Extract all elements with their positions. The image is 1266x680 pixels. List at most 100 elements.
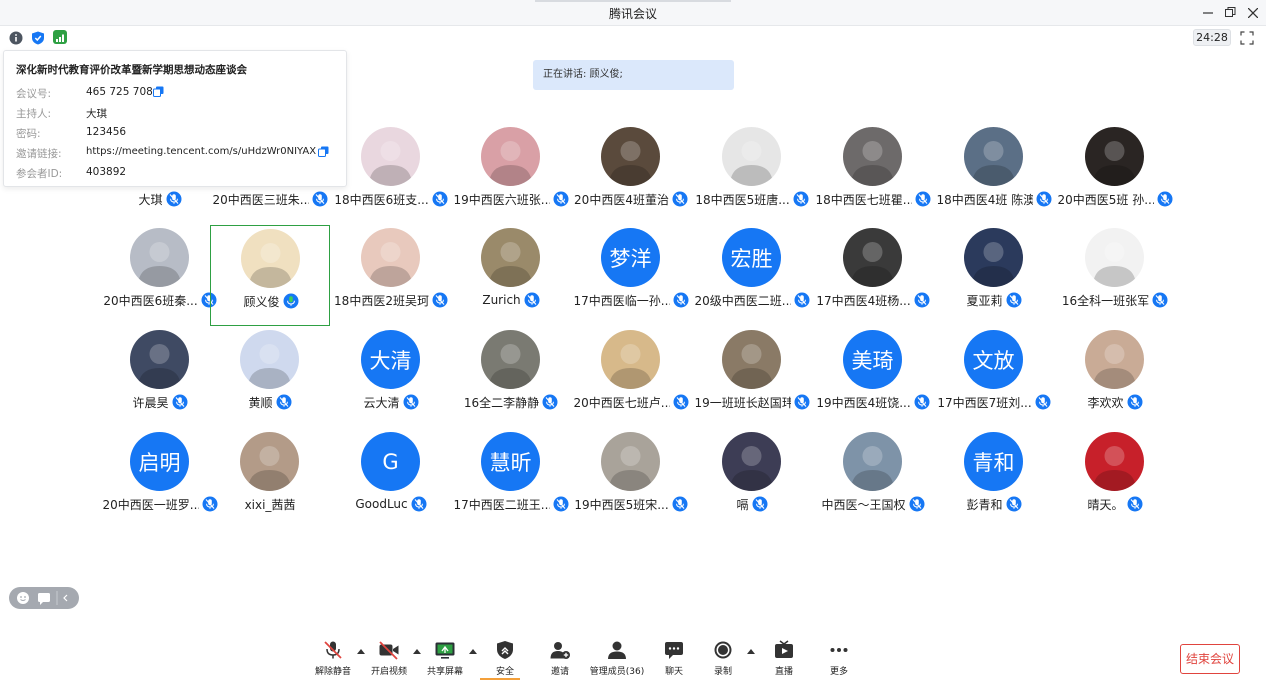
mic-muted-icon — [752, 496, 768, 512]
avatar — [722, 432, 781, 491]
avatar-initials: 文放 — [972, 348, 1015, 373]
participant-name: 17中西医4班杨... — [816, 293, 911, 308]
mic-muted-icon — [1006, 496, 1022, 512]
participant-tile[interactable]: 16全科一班张军 — [1055, 225, 1175, 326]
participant-name: xixi_茜茜 — [244, 497, 296, 512]
participant-tile[interactable]: 顾义俊 — [210, 225, 330, 326]
start-video-button[interactable]: 开启视频 — [368, 640, 410, 678]
avatar: 宏胜 — [722, 228, 781, 287]
mic-options-caret-icon[interactable] — [357, 648, 365, 654]
meeting-id-value: 465 725 708 — [86, 86, 153, 98]
participant-name: 18中西医2班吴珂 — [334, 293, 429, 308]
participant-tile[interactable]: 20中西医6班秦... — [100, 225, 220, 326]
signal-icon[interactable] — [53, 30, 67, 44]
participant-tile[interactable]: 夏亚莉 — [934, 225, 1054, 326]
mic-muted-icon — [1036, 191, 1052, 207]
participant-tile[interactable]: 文放 17中西医7班刘... — [934, 327, 1054, 428]
copy-link-icon[interactable] — [318, 146, 329, 157]
participant-tile[interactable]: 嗝 — [692, 429, 812, 530]
invite-label: 邀请 — [550, 667, 569, 677]
chat-bubble-control[interactable] — [9, 587, 79, 609]
more-button[interactable]: 更多 — [818, 640, 860, 678]
participant-tile[interactable]: xixi_茜茜 — [210, 429, 330, 530]
participant-tile[interactable]: G GoodLuc — [331, 429, 451, 530]
mic-muted-icon — [553, 191, 569, 207]
minimize-icon[interactable] — [1198, 3, 1218, 23]
mic-muted-icon — [794, 394, 810, 410]
meeting-window: 腾讯会议 24:28 深化新时代教育评价改革暨新学期思想动态座谈会 会议号: 4… — [0, 0, 1266, 680]
copy-meeting-id-icon[interactable] — [153, 86, 164, 97]
participant-tile[interactable]: 19中西医5班宋... — [571, 429, 691, 530]
record-button[interactable]: 录制 — [702, 640, 744, 678]
participant-tile[interactable]: 中西医～王国权 — [813, 429, 933, 530]
info-icon[interactable] — [9, 30, 23, 45]
participant-tile[interactable]: 慧昕 17中西医二班王... — [451, 429, 571, 530]
unmute-button[interactable]: 解除静音 — [312, 640, 354, 678]
fullscreen-icon[interactable] — [1240, 30, 1254, 45]
participant-name-row: 16全科一班张军 — [1055, 291, 1175, 309]
participant-tile[interactable]: 梦洋 17中西医临一孙... — [571, 225, 691, 326]
restore-icon[interactable] — [1220, 3, 1240, 23]
participant-tile[interactable]: 19中西医六班张... — [451, 124, 571, 225]
avatar — [722, 330, 781, 389]
chat-button[interactable]: 聊天 — [653, 640, 695, 678]
participant-name: 18中西医6班支... — [334, 192, 429, 207]
participant-tile[interactable]: 启明 20中西医一班罗... — [100, 429, 220, 530]
participant-tile[interactable]: Zurich — [451, 225, 571, 326]
participant-tile[interactable]: 青和 彭青和 — [934, 429, 1054, 530]
participant-tile[interactable]: 20中西医5班 孙... — [1055, 124, 1175, 225]
invite-button[interactable]: 邀请 — [539, 640, 581, 678]
record-options-caret-icon[interactable] — [747, 648, 755, 654]
participant-tile[interactable]: 20中西医七班卢... — [571, 327, 691, 428]
avatar-initials: 梦洋 — [609, 246, 652, 271]
share-options-caret-icon[interactable] — [469, 648, 477, 654]
participant-tile[interactable]: 18中西医七班瞿... — [813, 124, 933, 225]
participant-tile[interactable]: 李欢欢 — [1055, 327, 1175, 428]
participant-tile[interactable]: 20中西医4班董治 — [571, 124, 691, 225]
live-stream-button[interactable]: 直播 — [763, 640, 805, 678]
mic-muted-icon — [909, 496, 925, 512]
participant-tile[interactable]: 宏胜 20级中西医二班... — [692, 225, 812, 326]
unmute-label: 解除静音 — [314, 667, 351, 677]
avatar-initials: 慧昕 — [489, 450, 532, 475]
chat-label: 聊天 — [664, 667, 683, 677]
participant-tile[interactable]: 黄顺 — [210, 327, 330, 428]
mic-muted-icon — [793, 191, 809, 207]
share-screen-button[interactable]: 共享屏幕 — [424, 640, 466, 678]
avatar — [130, 228, 189, 287]
live-stream-label: 直播 — [774, 667, 793, 677]
video-options-caret-icon[interactable] — [413, 648, 421, 654]
avatar — [240, 432, 299, 491]
participant-tile[interactable]: 18中西医6班支... — [331, 124, 451, 225]
participant-name: 大琪 — [138, 192, 163, 207]
participant-name-row: 20中西医5班 孙... — [1055, 190, 1175, 208]
chat-icon — [665, 642, 683, 659]
mic-muted-icon — [915, 191, 931, 207]
participant-tile[interactable]: 18中西医2班吴珂 — [331, 225, 451, 326]
avatar — [1085, 330, 1144, 389]
participant-tile[interactable]: 许晨昊 — [100, 327, 220, 428]
participant-tile[interactable]: 18中西医4班 陈澳 — [934, 124, 1054, 225]
avatar — [964, 127, 1023, 186]
participant-name: 20中西医三班朱... — [212, 192, 309, 207]
participant-tile[interactable]: 美琦 19中西医4班饶... — [813, 327, 933, 428]
avatar — [1085, 127, 1144, 186]
participant-tile[interactable]: 17中西医4班杨... — [813, 225, 933, 326]
participant-tile[interactable]: 18中西医5班唐... — [692, 124, 812, 225]
meeting-info-card: 深化新时代教育评价改革暨新学期思想动态座谈会 会议号: 465 725 708 … — [3, 50, 347, 187]
participant-tile[interactable]: 19一班班长赵国玮 — [692, 327, 812, 428]
security-button[interactable]: 安全 — [484, 640, 526, 678]
avatar — [964, 228, 1023, 287]
avatar-initials: 启明 — [138, 450, 181, 475]
participant-tile[interactable]: 16全二李静静 — [451, 327, 571, 428]
participant-tile[interactable]: 晴天。 — [1055, 429, 1175, 530]
invite-link-value[interactable]: https://meeting.tencent.com/s/uHdzWr0NIY… — [86, 146, 316, 157]
close-icon[interactable] — [1243, 3, 1263, 23]
manage-members-button[interactable]: 管理成员(36) — [589, 640, 645, 678]
participant-tile[interactable]: 大清 云大清 — [331, 327, 451, 428]
avatar — [601, 432, 660, 491]
participant-name-row: 18中西医2班吴珂 — [331, 291, 451, 309]
end-meeting-button[interactable]: 结束会议 — [1180, 644, 1240, 674]
shield-icon[interactable] — [31, 30, 45, 45]
security-shield-icon — [497, 641, 513, 659]
